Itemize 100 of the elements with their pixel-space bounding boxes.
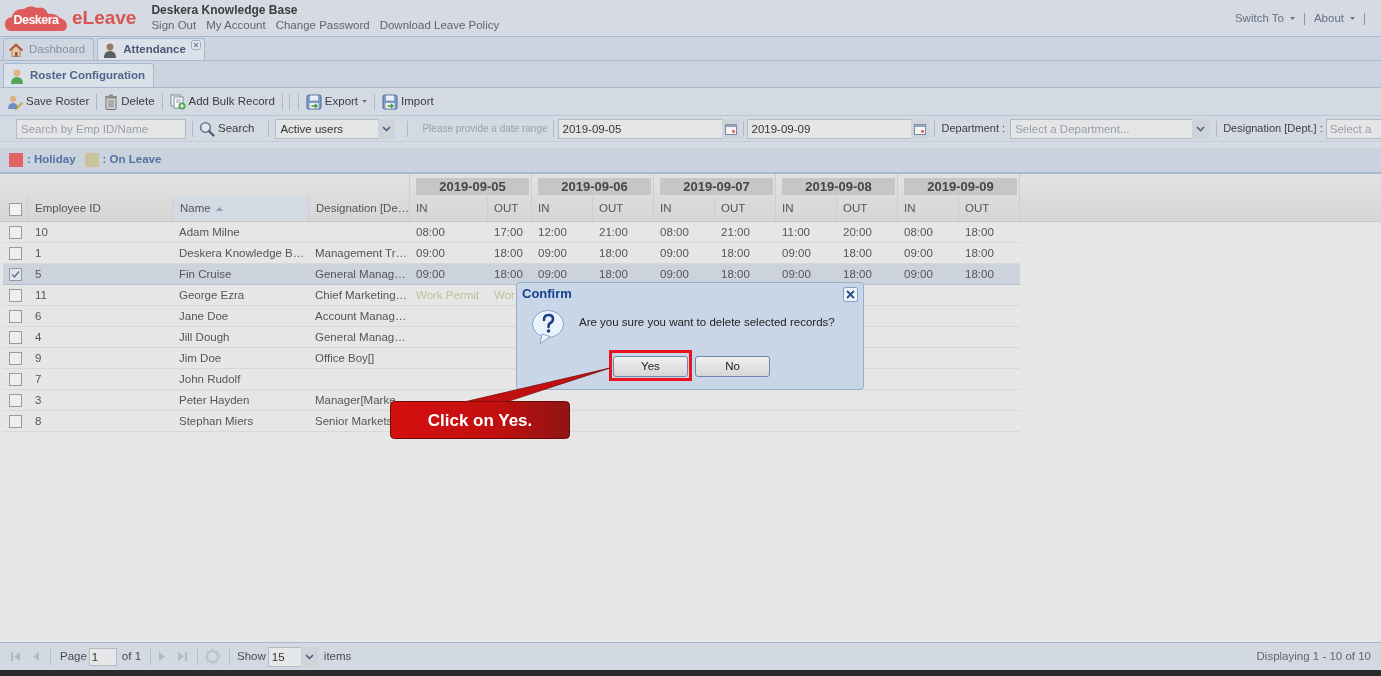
toolbar-button[interactable]: Delete [103, 90, 156, 113]
date-header: 2019-09-07 [660, 178, 773, 195]
table-cell-text: George Ezra [179, 288, 245, 303]
column-header[interactable]: IN [776, 197, 837, 221]
header-link[interactable]: Change Password [275, 18, 370, 33]
checkbox[interactable] [9, 373, 22, 386]
status-dropdown[interactable]: Active users [275, 118, 379, 139]
checkbox[interactable] [9, 268, 22, 281]
page-size-dropdown[interactable]: 15 [267, 646, 301, 667]
toolbar-button[interactable]: Save Roster [6, 90, 91, 113]
column-header[interactable]: IN [654, 197, 715, 221]
field-label: Department : [941, 121, 1006, 137]
table-cell-text: 11 [35, 288, 47, 303]
header-link[interactable]: Download Leave Policy [379, 18, 500, 33]
date-header: 2019-09-08 [782, 178, 895, 195]
column-header[interactable]: OUT [959, 197, 1020, 221]
checkbox[interactable] [9, 226, 22, 239]
field-label: Designation [Dept.] : [1223, 121, 1323, 137]
table-cell-text: 9 [35, 351, 42, 366]
checkbox[interactable] [9, 289, 22, 302]
menu-button[interactable]: Switch To [1233, 10, 1296, 28]
table-cell-text: Management Tr… [315, 246, 408, 261]
chevron-down-icon[interactable] [1192, 118, 1210, 139]
table-cell-text: Manager[Marke [315, 393, 396, 408]
page-number-field[interactable]: 1 [88, 647, 117, 666]
checkbox[interactable] [9, 310, 22, 323]
column-header[interactable]: OUT [488, 197, 532, 221]
search-field[interactable]: Search by Emp ID/Name [16, 118, 186, 139]
table-cell-text: General Manag… [315, 330, 406, 345]
column-header[interactable]: OUT [715, 197, 776, 221]
pager-summary: Displaying 1 - 10 of 10 [1256, 648, 1371, 664]
table-cell-text: Account Manag… [315, 309, 407, 324]
table-cell-text: 18:00 [965, 225, 994, 240]
table-cell-text: Office Boy[] [315, 351, 375, 366]
department-dropdown[interactable]: Select a Department... [1010, 118, 1193, 139]
table-cell-text: 11:00 [782, 225, 810, 240]
caret-icon [1289, 17, 1295, 21]
tab[interactable]: Attendance [97, 38, 205, 60]
column-header[interactable]: Name [173, 197, 309, 221]
dialog-button[interactable]: Yes [613, 356, 688, 377]
checkbox[interactable] [9, 352, 22, 365]
checkbox[interactable] [9, 415, 22, 428]
pager-label: of 1 [121, 648, 142, 664]
pager-label: Page [60, 648, 87, 664]
search-icon [199, 120, 215, 137]
chevron-down-icon[interactable] [378, 118, 396, 139]
table-cell-text: 7 [35, 372, 42, 387]
toolbar-button[interactable]: Import [381, 90, 435, 113]
table-cell-text: 4 [35, 330, 42, 345]
dialog-button[interactable]: No [695, 356, 770, 377]
column-header[interactable]: IN [898, 197, 959, 221]
caret-icon [1350, 17, 1355, 21]
pager-label: Show [237, 648, 266, 664]
column-header[interactable]: IN [532, 197, 593, 221]
table-cell-text: 09:00 [416, 246, 445, 261]
toolbar-button[interactable]: Add Bulk Record [168, 90, 276, 113]
header-link[interactable]: Sign Out [151, 18, 197, 33]
person-icon [102, 41, 119, 58]
checkbox[interactable] [9, 394, 22, 407]
table-cell-text: Senior Markets [315, 414, 393, 429]
date-range-hint: Please provide a date range [422, 122, 548, 136]
table-cell-text: 17:00 [494, 225, 523, 240]
sort-ascending-icon [215, 207, 223, 211]
table-cell-text: 10 [35, 225, 48, 240]
designation-dropdown[interactable]: Select a [1325, 118, 1381, 139]
question-icon [531, 309, 565, 345]
column-header[interactable]: OUT [837, 197, 898, 221]
calendar-icon[interactable] [721, 118, 740, 139]
table-cell-text: Adam Milne [179, 225, 240, 240]
gear-icon[interactable] [204, 648, 222, 665]
table-row[interactable]: 5 Fin Cruise General Manag… 09:00 18:00 09:00 18:00 09:00 18:00 09:00 18:00 09:00 18:00 [3, 264, 1020, 285]
logo-badge: Deskera [5, 5, 67, 31]
column-header[interactable]: Designation [De… [309, 197, 410, 221]
checkbox[interactable] [9, 331, 22, 344]
table-cell-text: 18:00 [965, 246, 994, 261]
table-cell-text: 09:00 [904, 267, 933, 282]
checkbox[interactable] [9, 247, 22, 260]
checkbox[interactable] [8, 202, 22, 216]
menu-button[interactable]: About [1312, 10, 1356, 28]
date-header: 2019-09-06 [538, 178, 651, 195]
toolbar-button[interactable]: Export [304, 90, 369, 113]
column-header[interactable]: IN [410, 197, 488, 221]
date-field[interactable]: 2019-09-05 [557, 118, 722, 139]
table-cell-text: Chief Marketing… [315, 288, 408, 303]
table-cell-text: 18:00 [599, 246, 628, 261]
table-cell-text: General Manag… [315, 267, 406, 282]
table-cell-text: 21:00 [599, 225, 628, 240]
legend-label: : On Leave [102, 152, 162, 168]
tab[interactable]: Roster Configuration [3, 63, 154, 87]
column-header[interactable]: OUT [593, 197, 654, 221]
calendar-icon[interactable] [910, 118, 929, 139]
table-cell-text: 5 [35, 267, 42, 282]
search-button[interactable]: Search [199, 118, 255, 139]
table-cell-text: Deskera Knowledge B… [179, 246, 305, 261]
header-link[interactable]: My Account [206, 18, 266, 33]
close-icon[interactable] [843, 286, 858, 302]
table-cell-text: 18:00 [965, 267, 994, 282]
documents-icon [169, 93, 186, 110]
table-cell-text: 18:00 [494, 246, 523, 261]
date-field[interactable]: 2019-09-09 [746, 118, 911, 139]
